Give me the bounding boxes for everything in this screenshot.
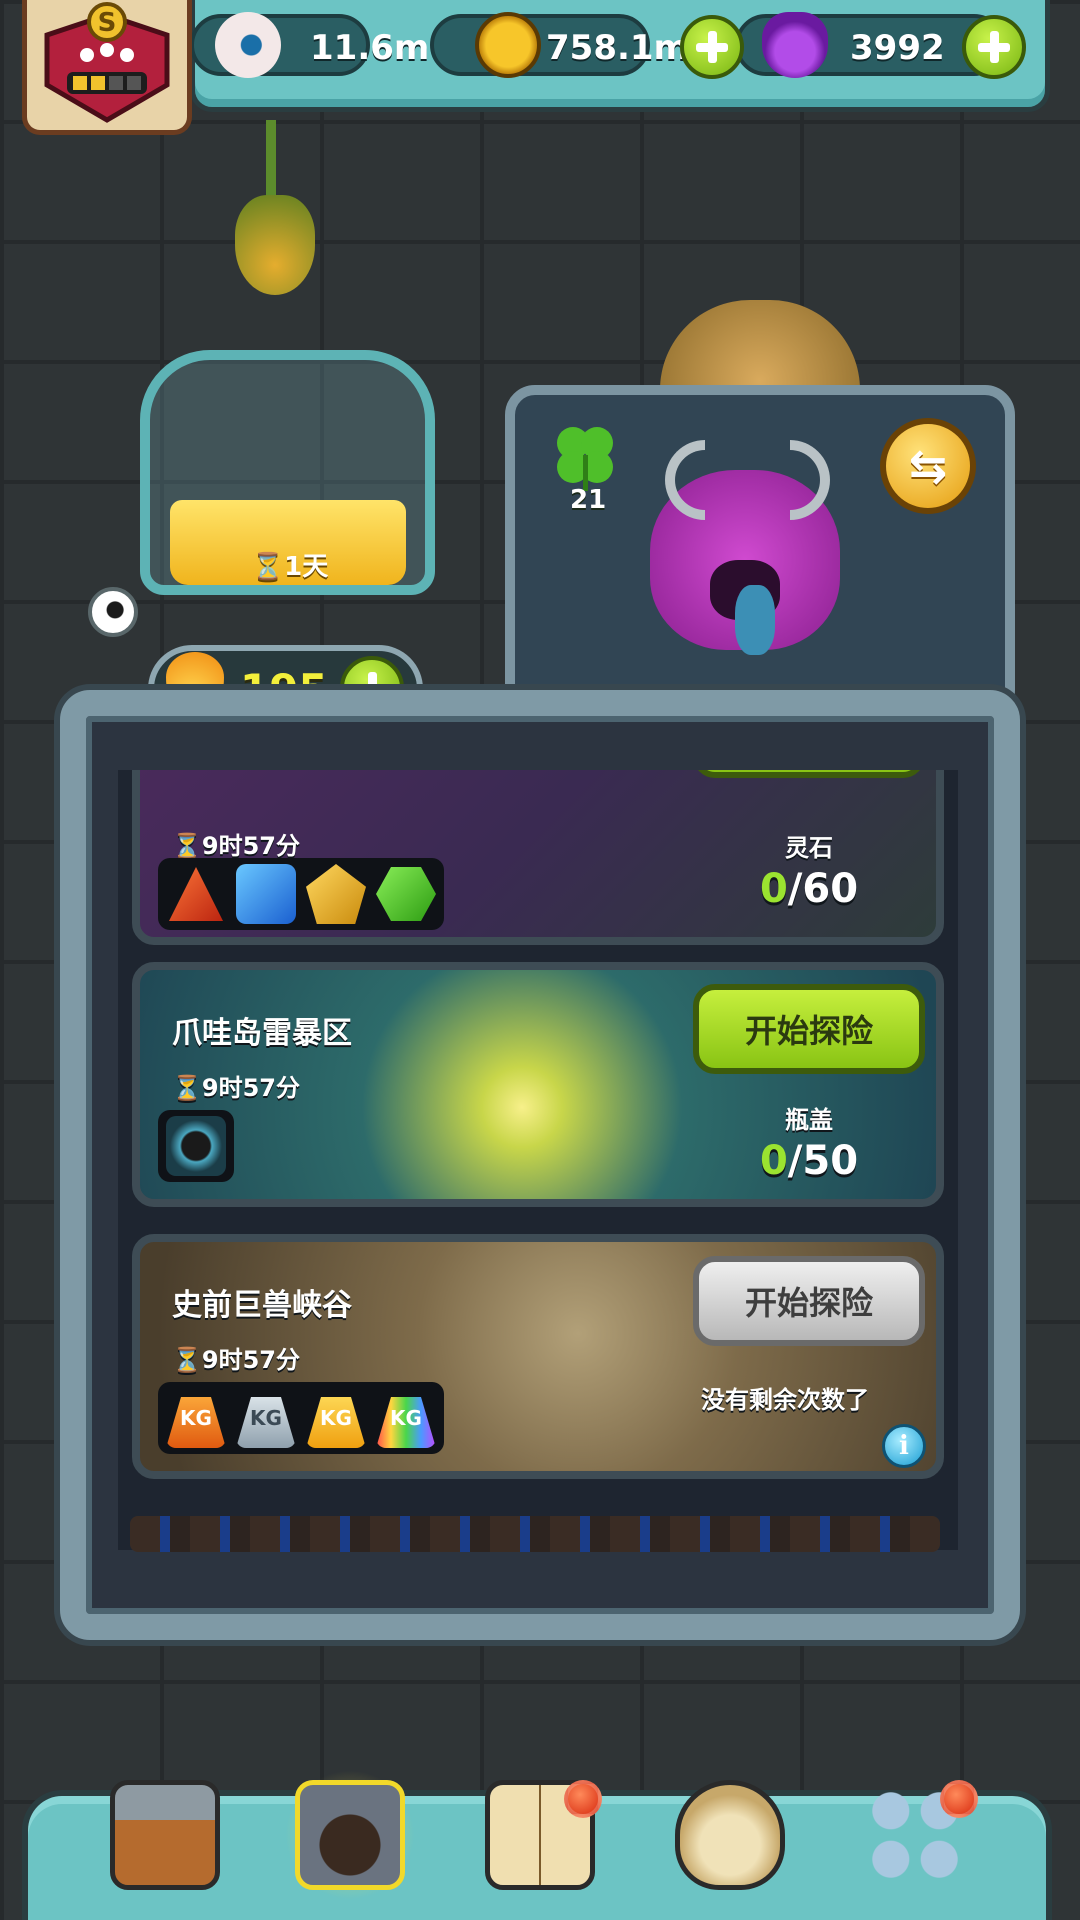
reward-icons	[158, 1110, 234, 1182]
reward-label: 灵石	[785, 834, 833, 862]
bottle-cap-icon	[166, 1116, 226, 1176]
expedition-timer: ⏳9时57分	[172, 1346, 300, 1374]
yellow-gem-icon	[306, 864, 366, 924]
red-gem-icon	[169, 867, 223, 921]
info-icon[interactable]: i	[882, 1424, 926, 1468]
nav-shop[interactable]	[100, 1770, 230, 1900]
progress-current: 0	[759, 866, 788, 912]
book-notification-badge	[564, 1780, 602, 1818]
expedition-card: 爪哇岛雷暴区 ⏳9时57分 开始探险 瓶盖 0/50	[132, 962, 944, 1207]
reward-progress: 0/50	[693, 1138, 925, 1184]
nav-money-bag[interactable]	[665, 1770, 795, 1900]
potion-count: 3992	[850, 28, 945, 68]
start-expedition-button[interactable]: 开始探险	[693, 984, 925, 1074]
yellow-weight-icon: KG	[306, 1397, 366, 1448]
eyeball-count: 11.6m	[310, 28, 430, 68]
coin-icon	[475, 12, 541, 78]
clover-count: 21	[570, 485, 607, 515]
expedition-timer: ⏳9时57分	[172, 832, 300, 860]
frame-floor	[130, 1516, 940, 1552]
shop-building-icon	[110, 1780, 220, 1890]
hanging-plant-bulb	[235, 195, 315, 295]
expedition-list[interactable]: ⏳9时57分 灵石 0/60 爪哇岛雷暴区 ⏳9时57分 开始探险 瓶盖 0/5…	[118, 770, 958, 1550]
no-attempts-left-text: 没有剩余次数了	[701, 1386, 869, 1414]
progress-current: 0	[759, 1138, 788, 1184]
reward-icons: KG KG KG KG	[158, 1382, 444, 1454]
reward-progress: 0/60	[693, 866, 925, 912]
svg-text:S: S	[98, 8, 117, 38]
blue-gem-icon	[236, 864, 296, 924]
machine-dome	[660, 300, 860, 390]
add-potions-button[interactable]	[962, 15, 1026, 79]
wall-eyeball	[88, 587, 138, 637]
cave-portal-icon	[295, 1780, 405, 1890]
menu-notification-badge	[940, 1780, 978, 1818]
orange-weight-icon: KG	[166, 1397, 226, 1448]
rainbow-weight-icon: KG	[376, 1397, 436, 1448]
green-gem-icon	[376, 867, 436, 921]
expedition-card: 史前巨兽峡谷 ⏳9时57分 KG KG KG KG 开始探险 没有剩余次数了 i	[132, 1234, 944, 1479]
nav-expedition[interactable]	[285, 1770, 415, 1900]
expedition-card: ⏳9时57分 灵石 0/60	[132, 770, 944, 945]
progress-max: /50	[787, 1138, 859, 1184]
monster-tongue	[735, 585, 775, 655]
brew-timer: ⏳1天	[251, 551, 329, 582]
expedition-title: 爪哇岛雷暴区	[172, 1016, 352, 1051]
clover-icon	[557, 427, 613, 491]
start-expedition-button-disabled[interactable]: 开始探险	[693, 1256, 925, 1346]
player-avatar[interactable]: S	[22, 0, 192, 135]
reward-icons	[158, 858, 444, 930]
add-coins-button[interactable]	[680, 15, 744, 79]
gray-weight-icon: KG	[236, 1397, 296, 1448]
money-bag-icon	[675, 1780, 785, 1890]
coin-count: 758.1m	[546, 28, 689, 68]
reward-label: 瓶盖	[785, 1106, 833, 1134]
progress-max: /60	[787, 866, 859, 912]
eyeball-icon	[215, 12, 281, 78]
start-expedition-button[interactable]	[693, 770, 925, 778]
swap-monster-button[interactable]: ⇆	[880, 418, 976, 514]
expedition-title: 史前巨兽峡谷	[172, 1288, 352, 1323]
monster-avatar-icon: S	[44, 2, 170, 123]
potion-icon	[762, 12, 828, 78]
expedition-timer: ⏳9时57分	[172, 1074, 300, 1102]
